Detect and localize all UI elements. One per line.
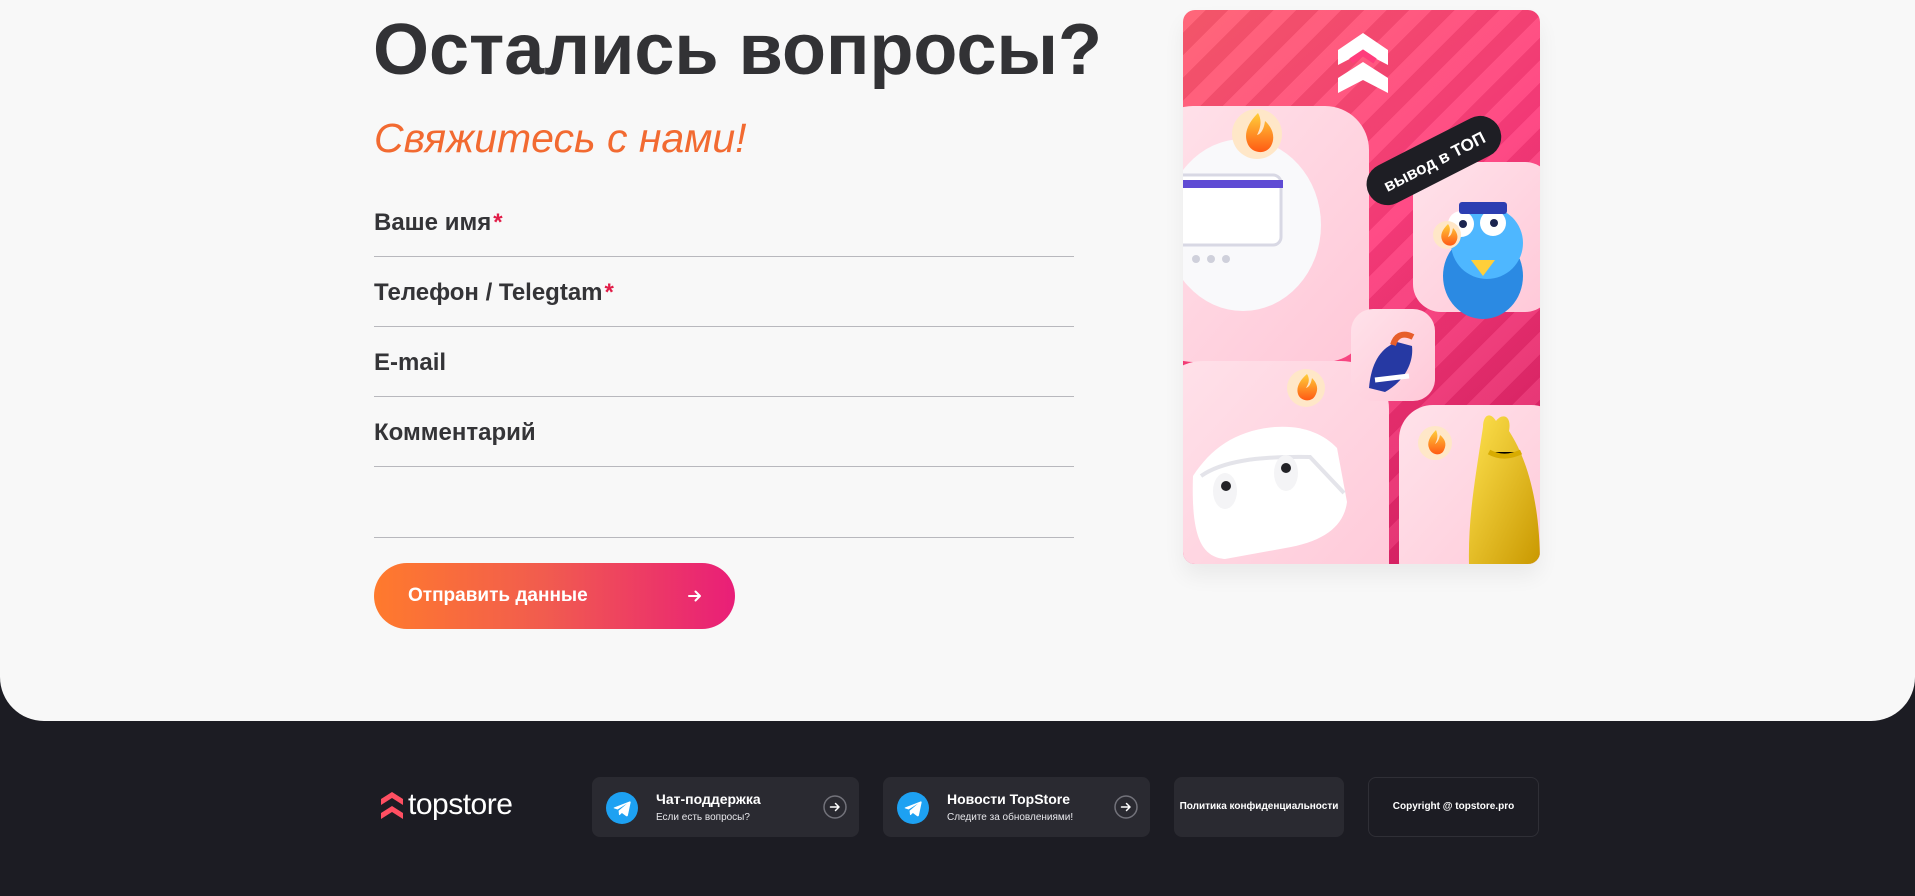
name-field[interactable]: Ваше имя* <box>374 186 1078 258</box>
submit-button[interactable]: Отправить данные <box>374 563 735 629</box>
arrow-right-icon <box>823 795 847 819</box>
fire-icon <box>1287 369 1325 407</box>
chat-support-title: Чат-поддержка <box>656 791 761 807</box>
comment-textarea[interactable] <box>374 396 1078 541</box>
fire-icon <box>1418 426 1452 460</box>
chat-support-subtitle: Если есть вопросы? <box>656 812 750 823</box>
name-input[interactable] <box>374 186 1078 258</box>
chat-support-link[interactable]: Чат-поддержка Если есть вопросы? <box>592 777 859 837</box>
telegram-icon <box>606 792 638 824</box>
telegram-icon <box>897 792 929 824</box>
arrow-right-icon <box>1114 795 1138 819</box>
page-subtitle: Свяжитесь с нами! <box>374 115 747 161</box>
contact-section: Остались вопросы? Свяжитесь с нами! Ваше… <box>0 0 1915 721</box>
promo-banner: вывод в ТОП <box>1183 10 1540 564</box>
footer-logo-text: topstore <box>408 788 513 821</box>
promo-banner-art: вывод в ТОП <box>1183 33 1540 564</box>
page-title: Остались вопросы? <box>373 10 1102 90</box>
topstore-news-subtitle: Следите за обновлениями! <box>947 812 1074 823</box>
email-field[interactable]: E-mail <box>374 326 1078 398</box>
topstore-news-link[interactable]: Новости TopStore Следите за обновлениями… <box>883 777 1150 837</box>
comment-field[interactable]: Комментарий <box>374 396 1078 541</box>
phone-telegram-field[interactable]: Телефон / Telegtam* <box>374 256 1078 328</box>
email-input[interactable] <box>374 326 1078 398</box>
toy-bear-icon <box>1443 202 1523 319</box>
phone-telegram-input[interactable] <box>374 256 1078 328</box>
topstore-chevron-logo-icon <box>381 792 403 819</box>
topstore-chevron-logo-icon <box>1338 33 1388 93</box>
arrow-right-icon <box>688 590 701 602</box>
fire-icon <box>1232 109 1282 159</box>
copyright-text: Copyright @ topstore.pro <box>1368 777 1539 837</box>
privacy-policy-link[interactable]: Политика конфиденциальности <box>1174 777 1344 837</box>
topstore-news-title: Новости TopStore <box>947 791 1070 807</box>
fire-icon <box>1433 221 1461 249</box>
submit-button-label: Отправить данные <box>408 585 588 606</box>
footer-logo[interactable]: topstore <box>381 788 516 823</box>
